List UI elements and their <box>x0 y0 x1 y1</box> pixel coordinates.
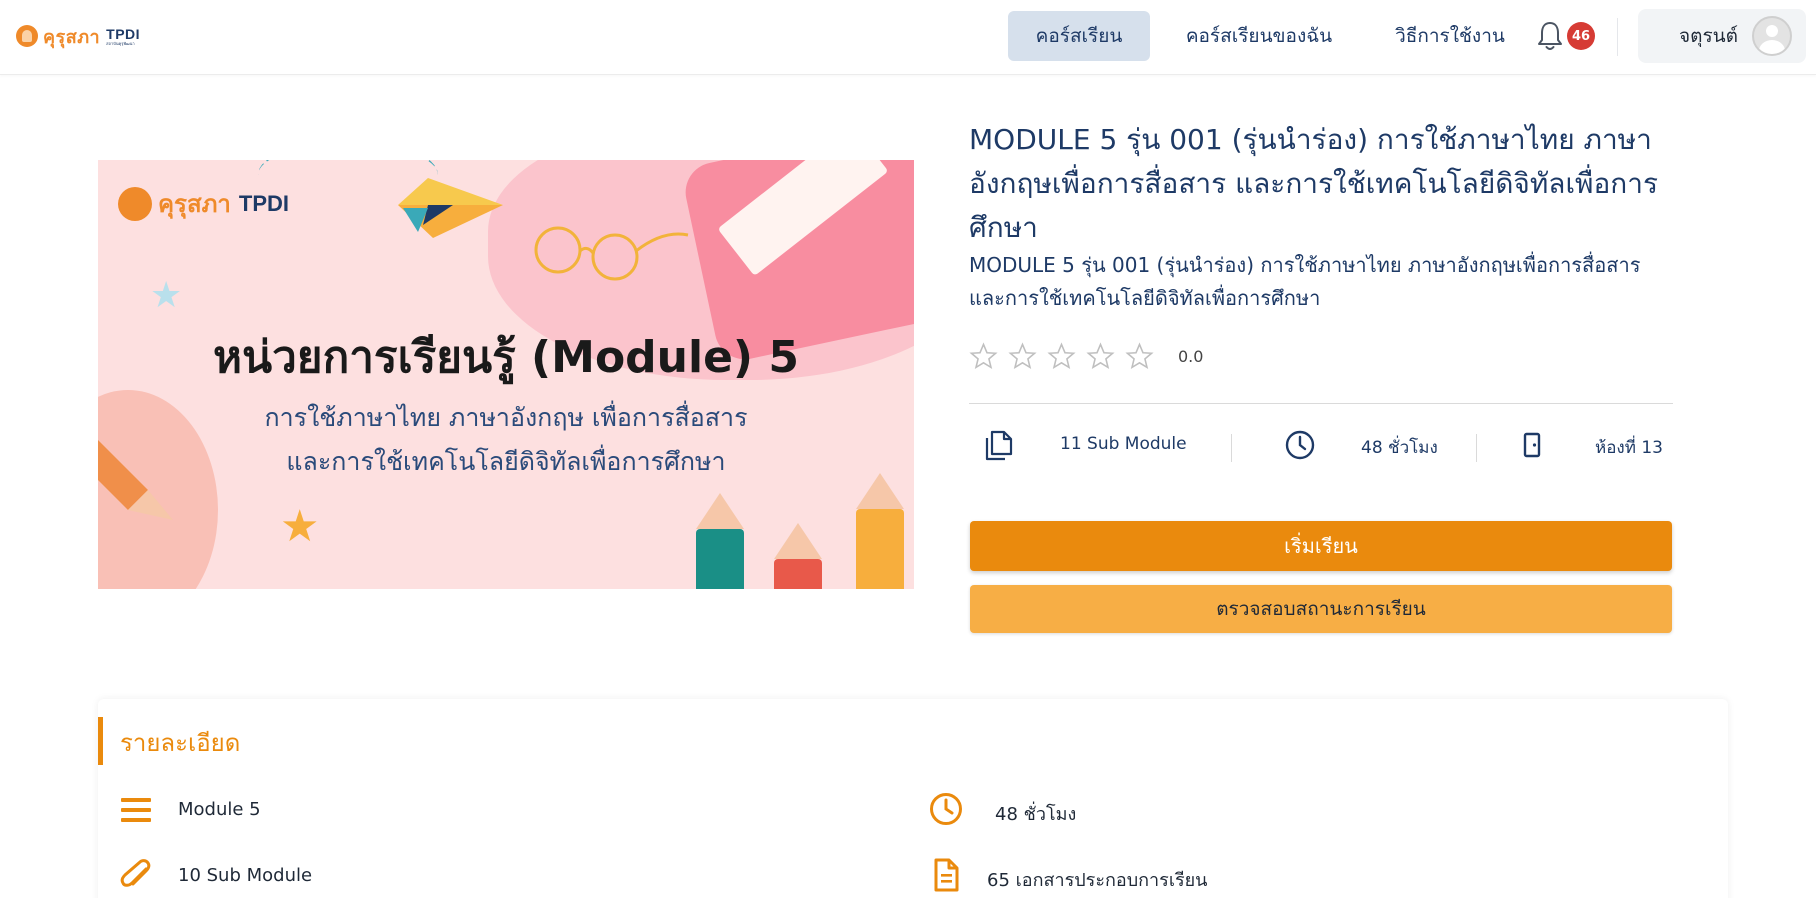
course-stats: 11 Sub Module 48 ชั่วโมง ห้องที่ 13 <box>969 420 1673 480</box>
header-divider <box>1617 18 1618 56</box>
documents-icon <box>985 430 1013 461</box>
banner-subtitle-line1: การใช้ภาษาไทย ภาษาอังกฤษ เพื่อการสื่อสาร <box>264 403 748 432</box>
banner-title: หน่วยการเรียนรู้ (Module) 5 <box>213 332 799 383</box>
details-card: รายละเอียด Module 5 48 ชั่วโมง 10 Sub Mo… <box>98 699 1728 898</box>
paper-plane-icon <box>398 178 503 238</box>
paperclip-icon <box>120 859 151 887</box>
star-decoration-icon: ★ <box>150 275 183 316</box>
course-title: MODULE 5 รุ่น 001 (รุ่นนำร่อง) การใช้ภาษ… <box>969 123 1659 244</box>
khurusapha-emblem-icon <box>16 25 38 47</box>
rating-value: 0.0 <box>1178 346 1204 366</box>
banner-logo: คุรุสภา TPDI <box>118 184 289 223</box>
logo-sub: สถาบันคุรุพัฒนา <box>106 40 135 46</box>
star-outline-icon[interactable] <box>969 341 998 371</box>
stat-separator <box>1476 434 1477 462</box>
detail-module: Module 5 <box>178 799 261 820</box>
logo-text: คุรุสภา <box>43 26 101 48</box>
course-subtitle: MODULE 5 รุ่น 001 (รุ่นนำร่อง) การใช้ภาษ… <box>969 253 1641 310</box>
notification-badge[interactable]: 46 <box>1567 22 1595 50</box>
stat-separator <box>1231 434 1232 462</box>
banner-logo-text: คุรุสภา <box>158 190 231 218</box>
check-status-button[interactable]: ตรวจสอบสถานะการเรียน <box>970 585 1672 633</box>
file-text-icon <box>934 858 959 892</box>
start-learning-button[interactable]: เริ่มเรียน <box>970 521 1672 571</box>
star-outline-icon[interactable] <box>1086 341 1115 371</box>
clock-icon <box>1285 430 1315 460</box>
star-outline-icon[interactable] <box>1047 341 1076 371</box>
list-icon <box>121 798 151 822</box>
clock-icon <box>930 793 962 825</box>
logo-tpdi-block: TPDI สถาบันคุรุพัฒนา <box>106 27 140 46</box>
top-navbar: คุรุสภา TPDI สถาบันคุรุพัฒนา คอร์สเรียน … <box>0 0 1816 75</box>
star-decoration-icon: ★ <box>280 501 320 552</box>
nav-courses[interactable]: คอร์สเรียน <box>1008 11 1150 61</box>
detail-hours: 48 ชั่วโมง <box>995 804 1077 825</box>
nav-how-to-use[interactable]: วิธีการใช้งาน <box>1380 11 1520 61</box>
banner-logo-tpdi: TPDI <box>238 190 290 216</box>
user-menu[interactable]: จตุรนต์ <box>1638 9 1806 63</box>
stat-sub-modules: 11 Sub Module <box>1060 434 1187 454</box>
site-logo[interactable]: คุรุสภา TPDI สถาบันคุรุพัฒนา <box>16 20 140 52</box>
details-title: รายละเอียด <box>120 729 241 757</box>
rating: 0.0 <box>969 338 1203 374</box>
detail-sub-modules: 10 Sub Module <box>178 865 313 886</box>
user-name: จตุรนต์ <box>1678 25 1738 47</box>
logo-tpdi: TPDI <box>106 25 141 42</box>
avatar <box>1752 16 1792 56</box>
pencil-icon <box>856 473 904 589</box>
pencil-icon <box>98 440 173 520</box>
bell-icon[interactable] <box>1535 20 1565 52</box>
khurusapha-emblem-icon <box>118 186 152 221</box>
stat-room: ห้องที่ 13 <box>1595 438 1663 458</box>
glasses-icon <box>534 226 689 281</box>
divider <box>969 403 1673 404</box>
stat-hours: 48 ชั่วโมง <box>1361 438 1438 458</box>
door-icon <box>1523 432 1541 458</box>
section-accent-bar <box>98 717 103 765</box>
pencil-icon <box>696 493 744 589</box>
star-outline-icon[interactable] <box>1125 341 1154 371</box>
pencil-icon <box>774 523 822 589</box>
star-outline-icon[interactable] <box>1008 341 1037 371</box>
nav-my-courses[interactable]: คอร์สเรียนของฉัน <box>1168 11 1350 61</box>
detail-documents: 65 เอกสารประกอบการเรียน <box>987 870 1208 891</box>
course-banner-image: คุรุสภา TPDI ★ หน่วยการเรียนรู้ (Module)… <box>98 160 914 589</box>
banner-subtitle-line2: และการใช้เทคโนโลยีดิจิทัลเพื่อการศึกษา <box>286 447 726 476</box>
